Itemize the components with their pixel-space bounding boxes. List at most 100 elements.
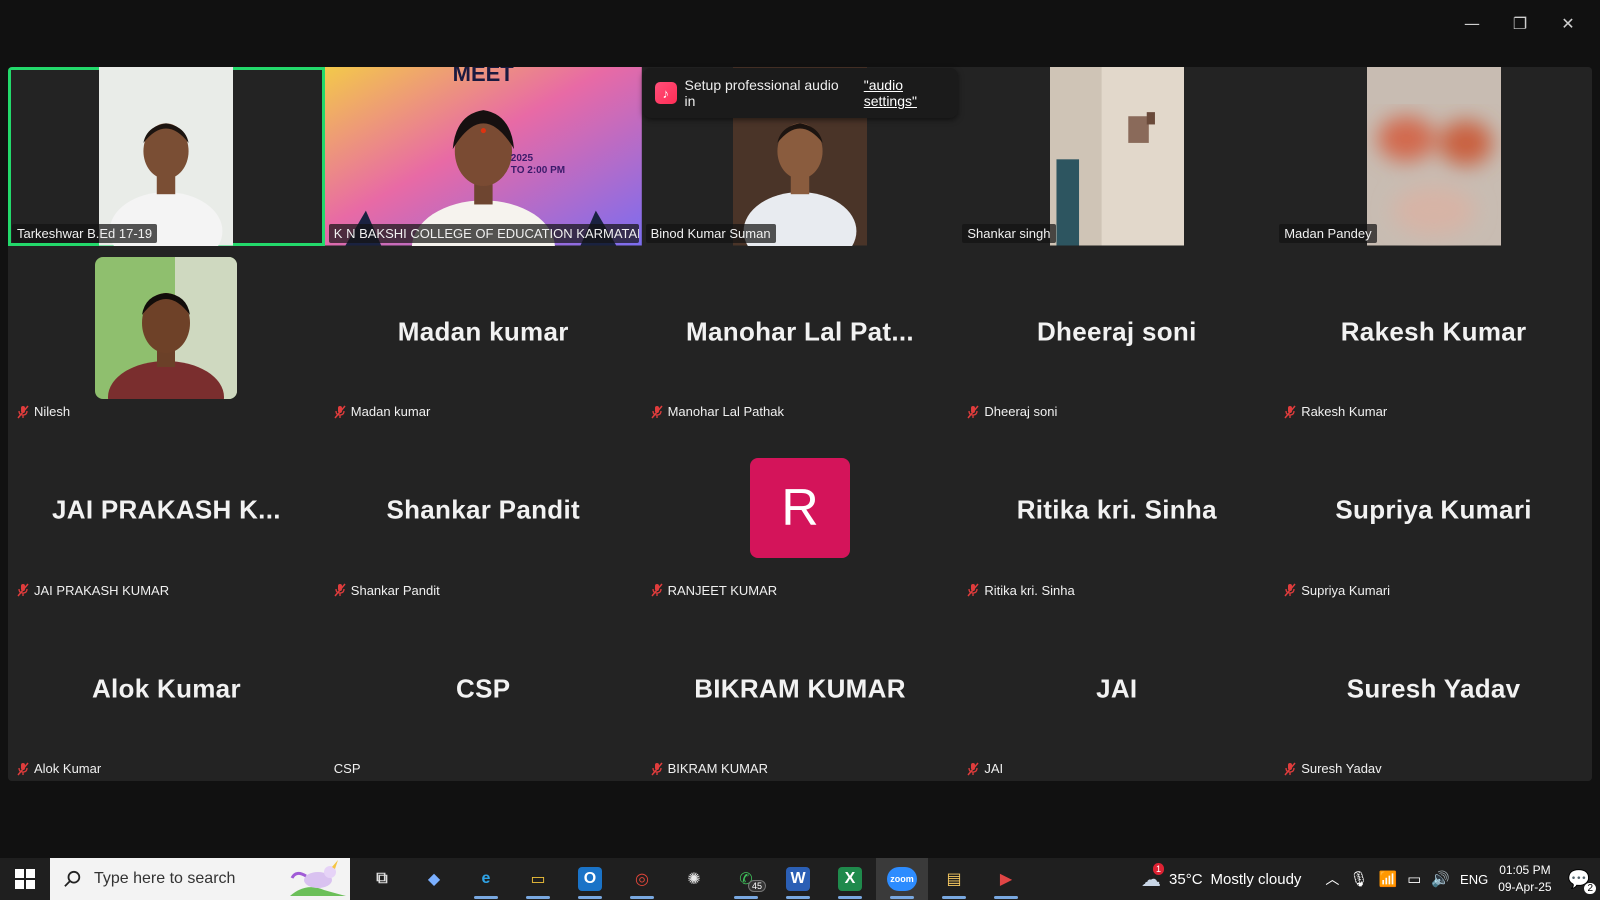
clock-time: 01:05 PM (1499, 863, 1551, 877)
edge-icon: e (481, 870, 491, 887)
mic-muted-icon (334, 405, 346, 418)
clock[interactable]: 01:05 PM 09-Apr-25 (1498, 862, 1551, 896)
weather-widget[interactable]: ☁ 1 35°C Mostly cloudy (1141, 862, 1301, 892)
participant-tile[interactable]: Tarkeshwar B.Ed 17-19 (8, 67, 325, 246)
participant-display-name: CSP (456, 673, 511, 704)
participant-name: Alok Kumar (34, 761, 102, 776)
participant-tile[interactable]: Rakesh Kumar Rakesh Kumar (1275, 245, 1592, 424)
media-player-taskbar-button[interactable]: ▶ (980, 858, 1032, 900)
participant-display-name: JAI PRAKASH K... (52, 494, 281, 525)
participant-tile[interactable]: Nilesh (8, 245, 325, 424)
participant-name: Supriya Kumari (1301, 582, 1391, 598)
mic-muted-icon (1284, 583, 1296, 597)
outlook-icon: O (578, 867, 602, 891)
copilot-taskbar-button[interactable]: ◆ (408, 858, 460, 900)
banner-year: 2025 (510, 153, 534, 164)
participant-name: Nilesh (34, 404, 71, 419)
copilot-icon: ◆ (427, 871, 441, 888)
participant-tile[interactable]: Shankar Pandit Shankar Pandit (324, 424, 642, 603)
participant-nameplate: JAI PRAKASH KUMAR (12, 581, 174, 600)
unicorn-search-highlight-icon (290, 860, 346, 896)
whatsapp-taskbar-button[interactable]: ✆ 45 (720, 858, 772, 900)
notification-icon[interactable]: 💬 2 (1568, 869, 1596, 894)
outlook-taskbar-button[interactable]: O (564, 858, 616, 900)
participant-nameplate: JAI (962, 759, 1008, 778)
edge-taskbar-button[interactable]: e (460, 858, 512, 900)
minimize-button[interactable]: — (1448, 8, 1496, 38)
participant-display-name: BIKRAM KUMAR (694, 673, 906, 704)
whatsapp-unread-badge: 45 (748, 880, 767, 892)
word-icon: W (786, 867, 810, 891)
participant-tile[interactable]: Dheeraj soni Dheeraj soni (958, 245, 1276, 424)
participant-tile[interactable]: JAI PRAKASH K... JAI PRAKASH KUMAR (8, 424, 325, 603)
language-indicator[interactable]: ENG (1460, 872, 1488, 887)
word-taskbar-button[interactable]: W (772, 858, 824, 900)
folder-taskbar-button[interactable]: ▤ (928, 858, 980, 900)
participant-tile[interactable]: Manohar Lal Pat... Manohar Lal Pathak (641, 245, 959, 424)
participant-tile[interactable]: Madan Pandey (1275, 67, 1592, 246)
participant-tile[interactable]: Alok Kumar Alok Kumar (8, 602, 325, 781)
restore-button[interactable]: ❐ (1496, 8, 1544, 38)
participant-name: Manohar Lal Pathak (667, 404, 784, 419)
mic-muted-icon (651, 583, 663, 597)
participant-nameplate: Suresh Yadav (1279, 759, 1386, 778)
participant-tile[interactable]: R RANJEET KUMAR (641, 424, 959, 603)
folder-icon: ▤ (946, 871, 962, 888)
close-button[interactable]: ✕ (1544, 8, 1592, 38)
running-indicator (578, 896, 602, 899)
participant-tile[interactable]: JAI JAI (958, 602, 1276, 781)
audio-settings-link[interactable]: "audio settings" (864, 77, 958, 109)
microphone-icon[interactable]: 🎙 (1349, 870, 1368, 888)
start-button[interactable] (0, 858, 50, 900)
participant-tile[interactable]: Shankar singh (958, 67, 1276, 246)
taskbar-search-box[interactable]: Type here to search (50, 858, 350, 900)
mic-muted-icon (17, 583, 29, 597)
participant-nameplate: Ritika kri. Sinha (962, 581, 1079, 600)
running-indicator (994, 896, 1018, 899)
participant-tile[interactable]: Madan kumar Madan kumar (324, 245, 642, 424)
taskbar-pinned-apps: ⧉ ◆ e ▭ O ◎ ✺ ✆ 45 W Xzoom ▤ ▶ (356, 858, 1032, 900)
participant-tile[interactable]: BIKRAM KUMAR BIKRAM KUMAR (641, 602, 959, 781)
windows-taskbar: Type here to search ⧉ ◆ e ▭ O ◎ ✺ ✆ 45 W Xzoom ▤ ▶ ☁… (0, 858, 1600, 900)
chevron-up-icon[interactable]: ︿ (1325, 869, 1339, 889)
participant-tile[interactable]: Suresh Yadav Suresh Yadav (1275, 602, 1592, 781)
participant-video (1049, 67, 1184, 246)
running-indicator (474, 896, 498, 899)
participant-tile[interactable]: Supriya Kumari Supriya Kumari (1275, 424, 1592, 603)
cloud-icon: ☁ 1 (1141, 862, 1165, 892)
avatar-initial: R (749, 458, 850, 558)
participant-nameplate: Rakesh Kumar (1279, 402, 1392, 421)
volume-icon[interactable]: 🔊 (1431, 870, 1450, 888)
participant-display-name: Rakesh Kumar (1340, 316, 1527, 347)
participant-nameplate: Supriya Kumari (1279, 581, 1395, 600)
battery-icon[interactable]: ▭ (1407, 870, 1421, 888)
clock-date: 09-Apr-25 (1498, 880, 1552, 894)
participant-tile[interactable]: MEET 2025 TO 2:00 PM K N BAKSHI COLLEGE OF … (324, 67, 642, 246)
excel-taskbar-button[interactable]: X (824, 858, 876, 900)
participant-nameplate: Shankar Pandit (329, 581, 445, 600)
participant-name: Rakesh Kumar (1301, 404, 1388, 419)
task-view-taskbar-button[interactable]: ⧉ (356, 858, 408, 900)
chrome-icon: ◎ (635, 871, 649, 888)
participant-display-name: Supriya Kumari (1335, 494, 1532, 525)
participant-name: Shankar singh (967, 225, 1051, 241)
mic-muted-icon (17, 762, 29, 775)
mic-muted-icon (651, 405, 663, 418)
running-indicator (734, 896, 758, 899)
participant-nameplate: CSP (329, 759, 366, 778)
file-explorer-taskbar-button[interactable]: ▭ (512, 858, 564, 900)
windows-logo-icon (15, 869, 35, 889)
running-indicator (630, 896, 654, 899)
weather-alert-badge: 1 (1153, 862, 1165, 875)
wifi-icon[interactable]: 📶 (1378, 870, 1397, 888)
media-player-icon: ▶ (999, 871, 1013, 888)
participant-tile[interactable]: Ritika kri. Sinha Ritika kri. Sinha (958, 424, 1276, 603)
participant-name: RANJEET KUMAR (667, 582, 778, 598)
zoom-taskbar-button[interactable]: zoom (876, 858, 928, 900)
participant-tile[interactable]: CSP CSP (324, 602, 642, 781)
chrome-taskbar-button[interactable]: ◎ (616, 858, 668, 900)
chatgpt-taskbar-button[interactable]: ✺ (668, 858, 720, 900)
participant-video (99, 67, 234, 246)
mic-muted-icon (967, 583, 979, 597)
participant-name: Binod Kumar Suman (650, 225, 771, 241)
